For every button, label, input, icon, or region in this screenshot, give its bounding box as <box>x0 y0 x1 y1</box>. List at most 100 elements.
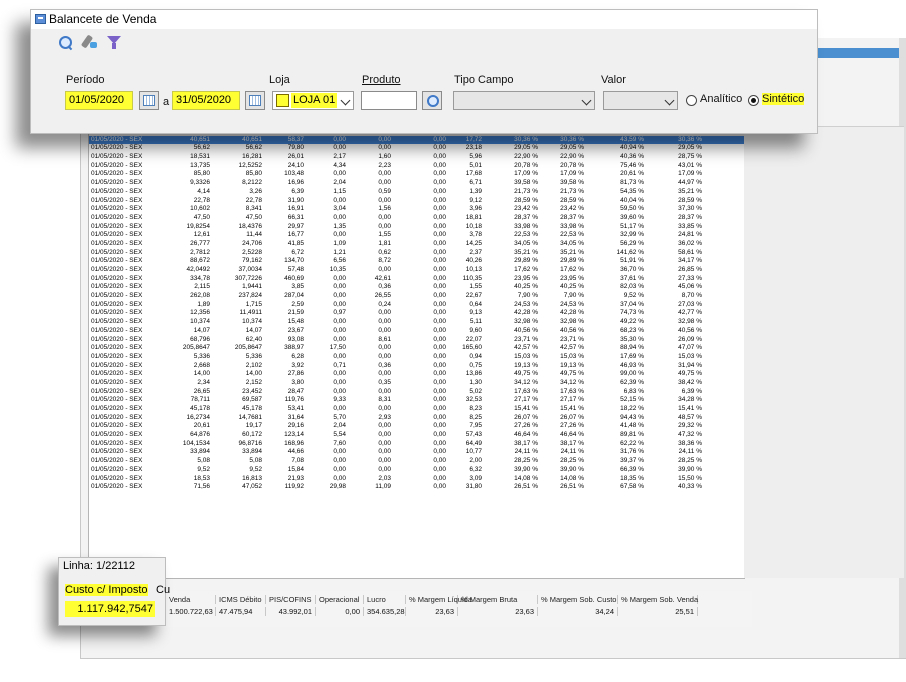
table-row[interactable]: 01/05/2020 - SEX 2,7812 2,5228 6,72 1,21 0,62… <box>89 249 744 258</box>
table-cell: 10,374 <box>190 318 210 326</box>
table-row[interactable]: 01/05/2020 - SEX 10,374 10,374 15,48 0,00 0,0… <box>89 318 744 327</box>
table-cell: 15,48 <box>287 318 304 326</box>
table-row[interactable]: 01/05/2020 - SEX 45,178 45,178 53,41 0,00 0,0… <box>89 405 744 414</box>
table-row[interactable]: 01/05/2020 - SEX 85,80 85,80 103,48 0,00 0,00… <box>89 170 744 179</box>
table-row[interactable]: 01/05/2020 - SEX 2,34 2,152 3,80 0,00 0,35 0,0… <box>89 379 744 388</box>
table-cell: 17,50 <box>329 344 346 352</box>
table-row[interactable]: 01/05/2020 - SEX 40,651 40,651 58,37 0,00 0,0… <box>89 135 744 145</box>
table-cell: 27,17 % <box>560 396 584 404</box>
table-cell: 0,00 <box>333 335 346 343</box>
table-row[interactable]: 01/05/2020 - SEX 2,668 2,102 3,92 0,71 0,36 0,… <box>89 362 744 371</box>
table-row[interactable]: 01/05/2020 - SEX 5,08 5,08 7,08 0,00 0,00 0,00… <box>89 457 744 466</box>
table-row[interactable]: 01/05/2020 - SEX 18,531 16,281 26,01 2,17 1,6… <box>89 153 744 162</box>
table-row[interactable]: 01/05/2020 - SEX 9,52 9,52 15,84 0,00 0,00 0,0… <box>89 466 744 475</box>
table-row[interactable]: 01/05/2020 - SEX 10,602 8,341 16,91 3,04 1,56… <box>89 205 744 214</box>
table-cell: 3,96 <box>469 205 482 213</box>
loja-checkbox[interactable] <box>276 94 289 107</box>
table-cell: 2,59 <box>291 300 304 308</box>
table-row[interactable]: 01/05/2020 - SEX 42,0492 37,0034 57,48 10,35… <box>89 266 744 275</box>
table-row[interactable]: 01/05/2020 - SEX 71,56 47,052 119,92 29,98 11… <box>89 483 744 492</box>
table-cell: 29,05 % <box>678 144 702 152</box>
search-icon[interactable] <box>422 91 442 110</box>
table-cell: 20,78 % <box>560 161 584 169</box>
table-row[interactable]: 01/05/2020 - SEX 64,876 60,172 123,14 5,54 0,… <box>89 431 744 440</box>
table-cell: 38,17 % <box>514 439 538 447</box>
table-cell: 0,00 <box>433 292 446 300</box>
table-cell: 3,09 <box>469 474 482 482</box>
table-cell: 41,48 % <box>620 422 644 430</box>
date-to-field[interactable]: 31/05/2020 <box>172 91 240 110</box>
table-cell: 40,651 <box>190 135 210 143</box>
table-row[interactable]: 01/05/2020 - SEX 4,14 3,26 6,39 1,15 0,59 0,00… <box>89 188 744 197</box>
table-row[interactable]: 01/05/2020 - SEX 1,89 1,715 2,59 0,00 0,24 0,0… <box>89 301 744 310</box>
table-cell: 3,26 <box>249 187 262 195</box>
radio-sintetico-label[interactable]: Sintético <box>762 93 805 105</box>
table-row[interactable]: 01/05/2020 - SEX 26,65 23,452 28,47 0,00 0,00… <box>89 388 744 397</box>
search-icon[interactable] <box>57 34 75 50</box>
results-grid[interactable]: DataTotal c/ ImpostoTotal s/ ImpostoTota… <box>88 126 745 579</box>
table-row[interactable]: 01/05/2020 - SEX 88,672 79,162 134,70 6,56 8,… <box>89 257 744 266</box>
table-cell: 28,75 % <box>678 153 702 161</box>
radio-sintetico[interactable] <box>748 95 759 106</box>
table-cell: 0,00 <box>433 196 446 204</box>
brush-icon[interactable] <box>81 34 99 50</box>
tipo-campo-label: Tipo Campo <box>454 74 514 86</box>
table-row[interactable]: 01/05/2020 - SEX 18,53 16,813 21,93 0,00 2,03… <box>89 475 744 484</box>
table-cell: 0,00 <box>378 135 391 143</box>
table-cell: 40,56 % <box>560 326 584 334</box>
table-row[interactable]: 01/05/2020 - SEX 33,894 33,894 44,66 0,00 0,0… <box>89 448 744 457</box>
valor-select[interactable] <box>603 91 678 110</box>
table-cell: 0,00 <box>378 352 391 360</box>
calendar-icon[interactable] <box>139 91 159 110</box>
table-row[interactable]: 01/05/2020 - SEX 205,8647 205,8647 388,97 17… <box>89 344 744 353</box>
table-row[interactable]: 01/05/2020 - SEX 20,61 19,17 29,16 2,04 0,00 0… <box>89 422 744 431</box>
table-cell: 5,08 <box>249 457 262 465</box>
produto-field[interactable] <box>361 91 417 110</box>
table-cell: 8,61 <box>378 335 391 343</box>
table-row[interactable]: 01/05/2020 - SEX 2,115 1,9441 3,85 0,00 0,36 0… <box>89 283 744 292</box>
table-row[interactable]: 01/05/2020 - SEX 16,2734 14,7681 31,64 5,70 2… <box>89 414 744 423</box>
radio-analitico-label[interactable]: Analítico <box>700 93 742 105</box>
tipo-campo-select[interactable] <box>453 91 595 110</box>
table-row[interactable]: 01/05/2020 - SEX 9,3326 8,2122 16,96 2,04 0,0… <box>89 179 744 188</box>
calendar-icon[interactable] <box>245 91 265 110</box>
loja-select[interactable]: LOJA 01 <box>272 91 354 110</box>
table-cell: 89,81 % <box>620 431 644 439</box>
table-row[interactable]: 01/05/2020 - SEX 12,356 11,4911 21,59 0,97 0,… <box>89 309 744 318</box>
table-row[interactable]: 01/05/2020 - SEX 19,8254 18,4376 29,97 1,35 0… <box>89 223 744 232</box>
table-cell: 0,00 <box>333 474 346 482</box>
table-row[interactable]: 01/05/2020 - SEX 26,777 24,706 41,85 1,09 1,8… <box>89 240 744 249</box>
table-cell: 1,39 <box>469 187 482 195</box>
table-cell: 35,30 % <box>620 335 644 343</box>
table-cell: 22,90 % <box>560 153 584 161</box>
table-cell: 47,052 <box>242 483 262 491</box>
table-cell: 28,37 % <box>560 213 584 221</box>
title-bar: Balancete de Venda <box>31 10 817 29</box>
table-row[interactable]: 01/05/2020 - SEX 68,796 62,40 93,08 0,00 8,61… <box>89 336 744 345</box>
table-cell: 0,97 <box>333 309 346 317</box>
table-cell: 01/05/2020 - SEX <box>91 248 143 256</box>
date-from-field[interactable]: 01/05/2020 <box>65 91 133 110</box>
table-cell: 01/05/2020 - SEX <box>91 222 143 230</box>
table-row[interactable]: 01/05/2020 - SEX 22,78 22,78 31,90 0,00 0,00 0… <box>89 197 744 206</box>
table-cell: 26,51 % <box>560 483 584 491</box>
table-cell: 35,21 % <box>560 248 584 256</box>
table-row[interactable]: 01/05/2020 - SEX 78,711 69,587 119,76 9,33 8,… <box>89 396 744 405</box>
table-row[interactable]: 01/05/2020 - SEX 5,336 5,336 6,28 0,00 0,00 0,… <box>89 353 744 362</box>
table-row[interactable]: 01/05/2020 - SEX 12,61 11,44 16,77 0,00 1,55 0… <box>89 231 744 240</box>
table-row[interactable]: 01/05/2020 - SEX 13,735 12,5252 24,10 4,34 2,… <box>89 162 744 171</box>
radio-analitico[interactable] <box>686 95 697 106</box>
table-row[interactable]: 01/05/2020 - SEX 56,62 56,62 79,80 0,00 0,00 0… <box>89 144 744 153</box>
table-cell: 58,37 <box>287 135 304 143</box>
table-row[interactable]: 01/05/2020 - SEX 104,1534 96,8716 168,96 7,6… <box>89 440 744 449</box>
table-cell: 47,32 % <box>678 431 702 439</box>
table-cell: 57,48 <box>287 266 304 273</box>
table-row[interactable]: 01/05/2020 - SEX 14,07 14,07 23,67 0,00 0,00 0… <box>89 327 744 336</box>
table-row[interactable]: 01/05/2020 - SEX 262,08 237,824 287,04 0,00 2… <box>89 292 744 301</box>
filter-icon[interactable] <box>105 34 123 50</box>
table-cell: 0,00 <box>333 283 346 291</box>
table-row[interactable]: 01/05/2020 - SEX 334,78 307,7226 460,69 0,00… <box>89 275 744 284</box>
table-cell: 37,04 % <box>620 300 644 308</box>
table-row[interactable]: 01/05/2020 - SEX 47,50 47,50 66,31 0,00 0,00 0… <box>89 214 744 223</box>
table-row[interactable]: 01/05/2020 - SEX 14,00 14,00 27,86 0,00 0,00 0… <box>89 370 744 379</box>
